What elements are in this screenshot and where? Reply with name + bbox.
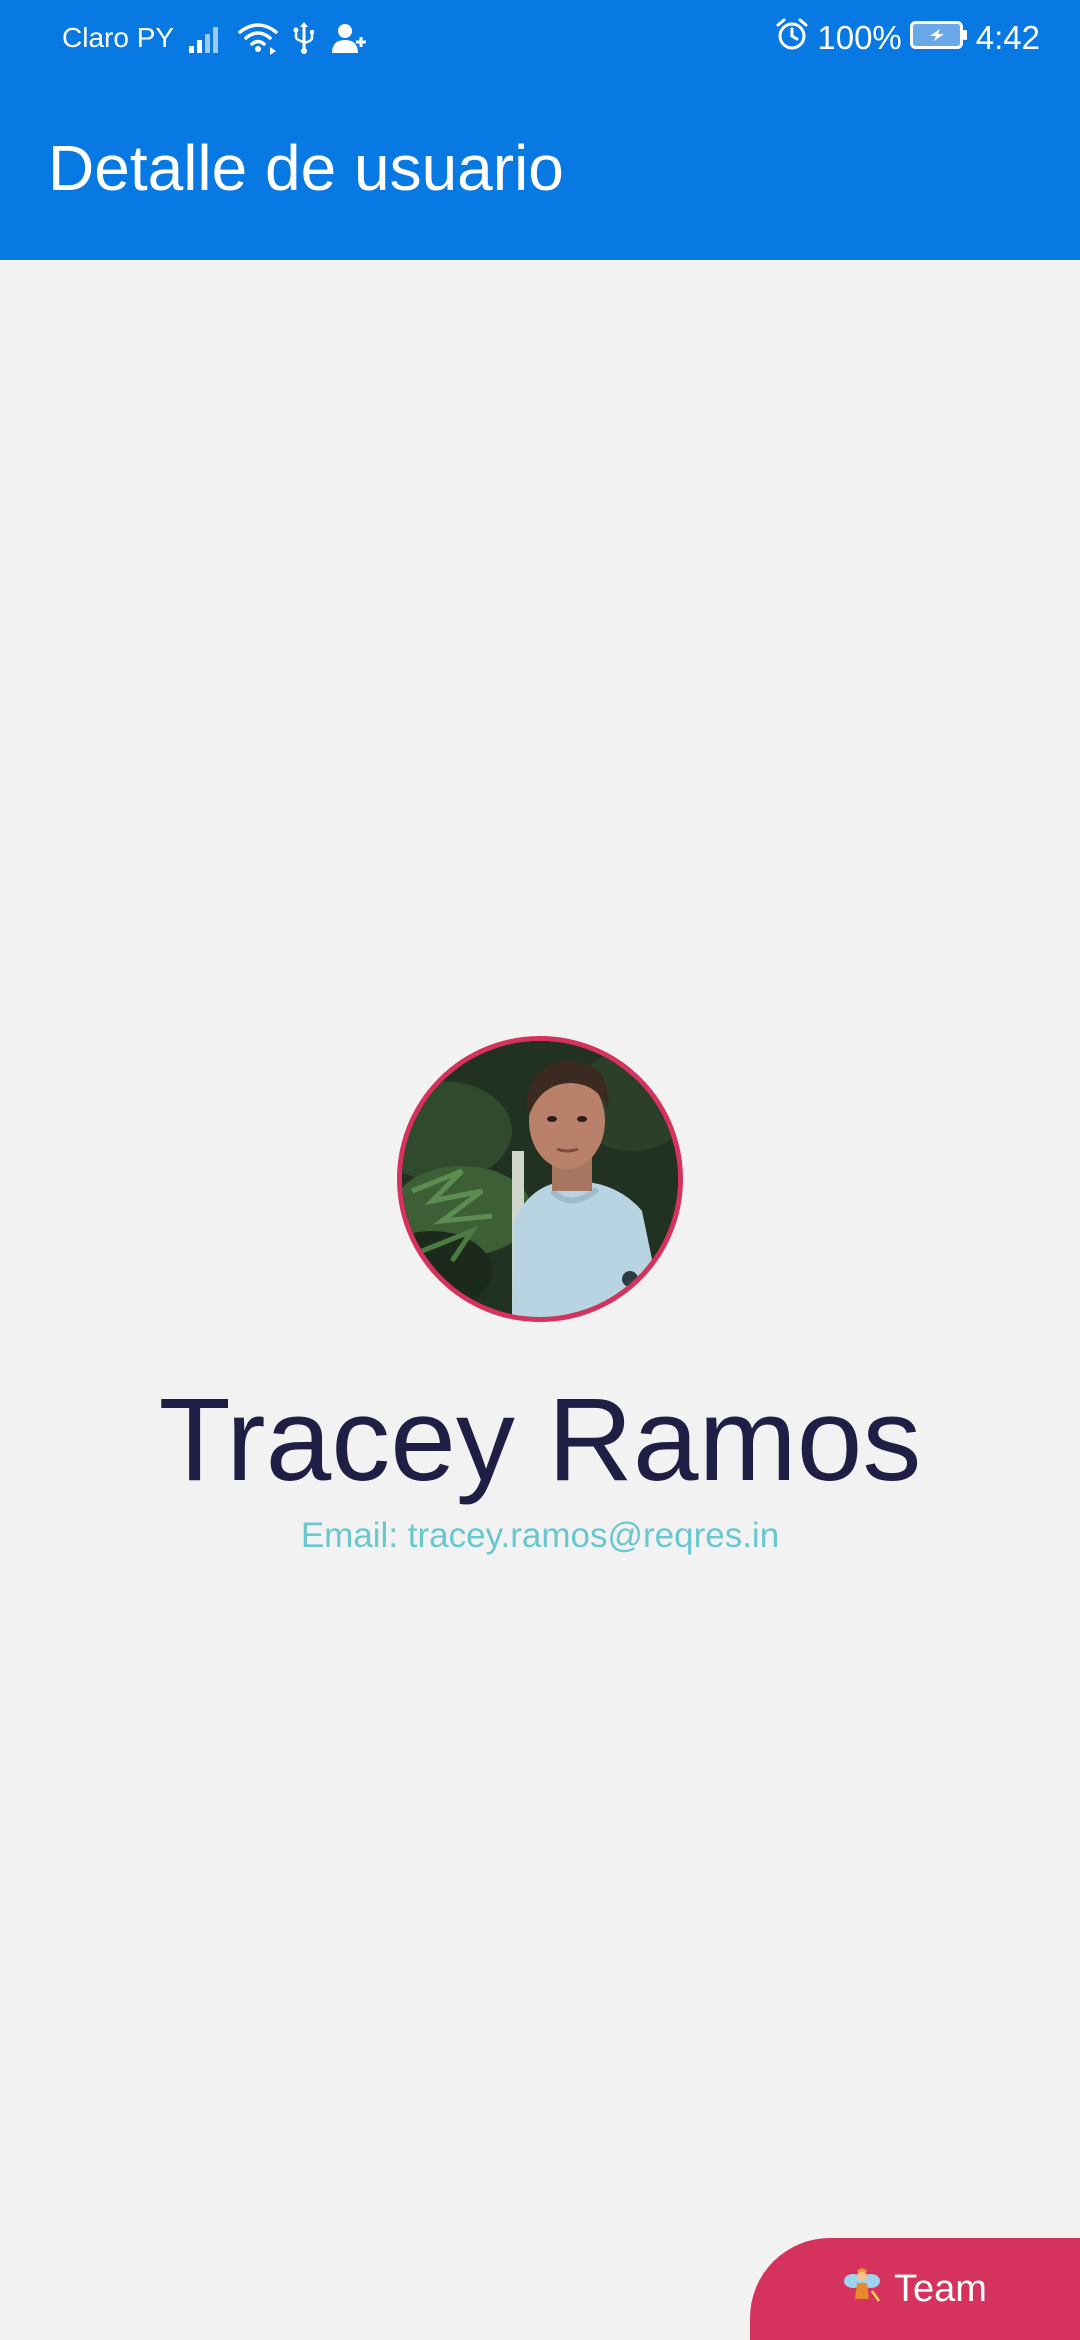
header: Claro PY 100% 4:42 Detalle de usuario — [0, 0, 1080, 260]
team-button-label: Team — [894, 2267, 987, 2310]
battery-charging-icon — [909, 19, 968, 57]
status-icons-left — [188, 18, 368, 58]
status-bar: Claro PY 100% 4:42 — [0, 0, 1080, 76]
avatar — [397, 1036, 683, 1322]
clock-time: 4:42 — [975, 19, 1040, 56]
carrier-label: Claro PY — [62, 22, 175, 53]
avatar-photo — [402, 1041, 678, 1317]
alarm-icon — [775, 17, 809, 59]
team-button[interactable]: Team — [750, 2238, 1080, 2340]
status-icons-right: 100% 4:42 — [775, 16, 1040, 60]
user-email: Email: tracey.ramos@reqres.in — [300, 1516, 780, 1555]
signal-icon — [188, 22, 224, 54]
user-detail-screen: Claro PY 100% 4:42 Detalle de usuario Tr… — [0, 0, 1080, 2340]
usb-icon — [292, 21, 316, 55]
page-title: Detalle de usuario — [48, 132, 564, 204]
wifi-icon — [238, 21, 278, 55]
user-name: Tracey Ramos — [158, 1374, 922, 1506]
battery-percent: 100% — [817, 19, 902, 56]
fairy-icon — [842, 2267, 882, 2312]
user-add-icon — [330, 21, 368, 55]
